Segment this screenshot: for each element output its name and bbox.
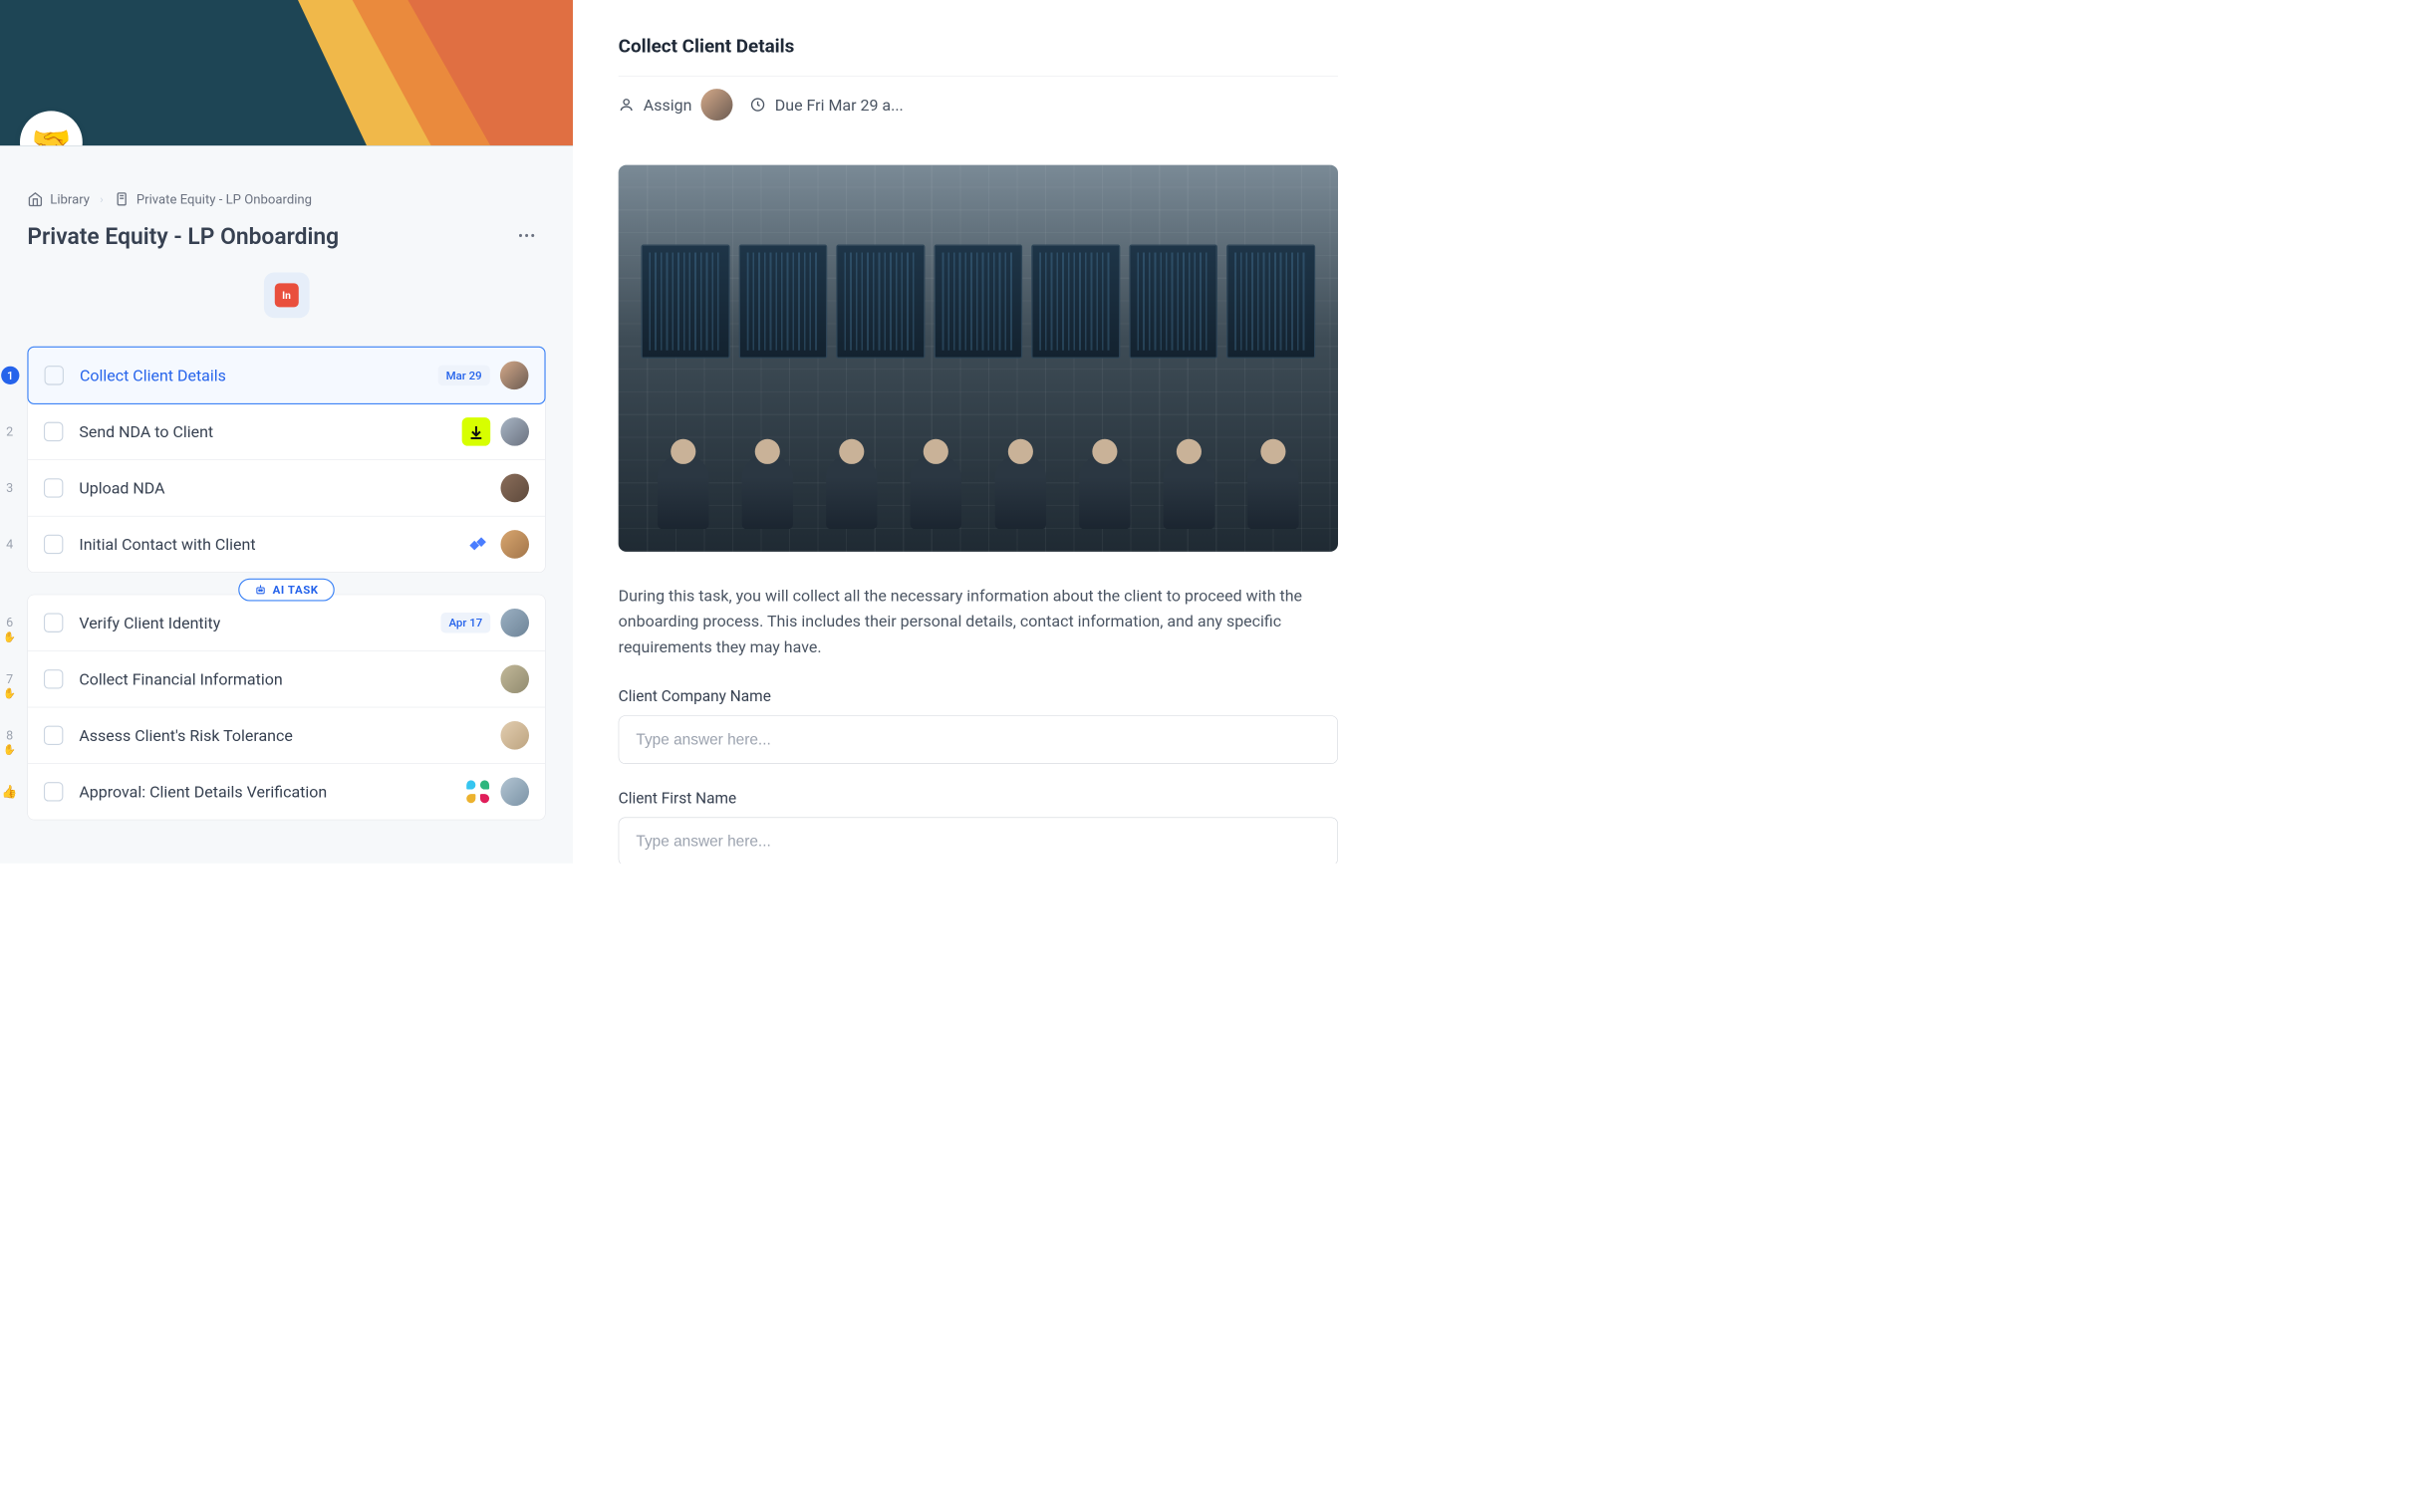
task-number: 4 bbox=[1, 535, 19, 553]
download-icon[interactable] bbox=[462, 417, 491, 446]
more-options-button[interactable]: ••• bbox=[509, 223, 546, 249]
breadcrumb-library-label: Library bbox=[50, 191, 90, 206]
hand-icon: ✋ bbox=[1, 631, 19, 643]
task-checkbox[interactable] bbox=[44, 726, 63, 745]
task-title: Collect Client Details bbox=[80, 366, 438, 384]
breadcrumb: Library › Private Equity - LP Onboarding bbox=[27, 191, 545, 207]
field-label-firstname: Client First Name bbox=[619, 789, 1338, 807]
task-list: 1 Collect Client Details Mar 29 2 Send N… bbox=[27, 347, 545, 821]
task-row-assess-risk[interactable]: 8 ✋ Assess Client's Risk Tolerance bbox=[28, 707, 545, 764]
task-number: 6 bbox=[1, 614, 19, 631]
field-label-company: Client Company Name bbox=[619, 687, 1338, 705]
breadcrumb-current[interactable]: Private Equity - LP Onboarding bbox=[114, 191, 312, 207]
task-title: Send NDA to Client bbox=[79, 422, 461, 441]
thumbs-up-icon: 👍 bbox=[1, 785, 19, 799]
slack-icon[interactable] bbox=[465, 779, 490, 804]
task-title: Approval: Client Details Verification bbox=[79, 782, 465, 801]
header-banner: 🤝 bbox=[0, 0, 573, 145]
workspace-logo[interactable]: 🤝 bbox=[20, 111, 83, 145]
task-title: Upload NDA bbox=[79, 478, 500, 497]
invision-icon: In bbox=[275, 283, 299, 307]
task-number: 8 bbox=[1, 726, 19, 744]
task-row-collect-client-details[interactable]: 1 Collect Client Details Mar 29 bbox=[27, 347, 545, 404]
breadcrumb-library[interactable]: Library bbox=[27, 191, 90, 207]
breadcrumb-current-label: Private Equity - LP Onboarding bbox=[136, 191, 312, 206]
assignee-avatar[interactable] bbox=[500, 721, 529, 750]
detail-panel: Collect Client Details Assign Due Fri Ma… bbox=[573, 0, 1384, 864]
task-title: Assess Client's Risk Tolerance bbox=[79, 726, 500, 745]
task-checkbox[interactable] bbox=[44, 669, 63, 688]
task-row-approval[interactable]: 👍 Approval: Client Details Verification bbox=[28, 764, 545, 820]
hand-icon: ✋ bbox=[1, 744, 19, 756]
detail-title: Collect Client Details bbox=[619, 35, 1338, 57]
assignee-avatar[interactable] bbox=[500, 474, 529, 503]
due-date-control[interactable]: Due Fri Mar 29 a... bbox=[750, 96, 904, 115]
assign-control[interactable]: Assign bbox=[619, 89, 733, 121]
task-checkbox[interactable] bbox=[44, 782, 63, 801]
chevron-right-icon: › bbox=[100, 192, 103, 206]
task-title: Initial Contact with Client bbox=[79, 535, 465, 554]
task-row-collect-financial[interactable]: 7 ✋ Collect Financial Information bbox=[28, 651, 545, 708]
task-row-initial-contact[interactable]: 4 Initial Contact with Client bbox=[28, 516, 545, 572]
assign-label: Assign bbox=[644, 96, 692, 115]
task-group-1: 1 Collect Client Details Mar 29 2 Send N… bbox=[27, 347, 545, 573]
assignee-avatar[interactable] bbox=[500, 530, 529, 559]
task-row-upload-nda[interactable]: 3 Upload NDA bbox=[28, 460, 545, 517]
integration-icon[interactable] bbox=[465, 532, 490, 557]
assignee-avatar[interactable] bbox=[500, 362, 529, 390]
assignee-avatar[interactable] bbox=[500, 664, 529, 693]
task-number: 1 bbox=[1, 367, 19, 384]
task-checkbox[interactable] bbox=[44, 614, 63, 632]
clock-icon bbox=[750, 97, 766, 113]
workflow-source-icon[interactable]: In bbox=[264, 273, 310, 319]
hand-icon: ✋ bbox=[1, 687, 19, 699]
task-hero-image bbox=[619, 165, 1338, 552]
task-group-2: 6 ✋ Verify Client Identity Apr 17 7 ✋ Co… bbox=[27, 595, 545, 821]
assignee-avatar[interactable] bbox=[701, 89, 733, 121]
due-date-badge[interactable]: Apr 17 bbox=[440, 613, 490, 633]
left-panel: 🤝 Library › Private Equity - LP Onboardi… bbox=[0, 0, 573, 864]
assignee-avatar[interactable] bbox=[500, 609, 529, 637]
task-row-verify-identity[interactable]: 6 ✋ Verify Client Identity Apr 17 bbox=[28, 595, 545, 651]
due-date-label: Due Fri Mar 29 a... bbox=[775, 96, 904, 115]
task-number: 7 bbox=[1, 670, 19, 688]
task-checkbox[interactable] bbox=[45, 366, 64, 384]
document-icon bbox=[114, 191, 130, 207]
first-name-input[interactable] bbox=[619, 818, 1338, 864]
task-description: During this task, you will collect all t… bbox=[619, 584, 1338, 660]
due-date-badge[interactable]: Mar 29 bbox=[438, 366, 490, 386]
assignee-avatar[interactable] bbox=[500, 417, 529, 446]
person-icon bbox=[619, 97, 635, 113]
task-number: 3 bbox=[1, 479, 19, 497]
company-name-input[interactable] bbox=[619, 716, 1338, 765]
task-title: Collect Financial Information bbox=[79, 669, 500, 688]
task-number: 2 bbox=[1, 422, 19, 440]
assignee-avatar[interactable] bbox=[500, 778, 529, 807]
home-icon bbox=[27, 191, 43, 207]
task-checkbox[interactable] bbox=[44, 535, 63, 554]
task-checkbox[interactable] bbox=[44, 478, 63, 497]
detail-meta-row: Assign Due Fri Mar 29 a... bbox=[619, 76, 1338, 133]
task-row-send-nda[interactable]: 2 Send NDA to Client bbox=[28, 403, 545, 460]
page-title: Private Equity - LP Onboarding bbox=[27, 223, 339, 250]
task-checkbox[interactable] bbox=[44, 422, 63, 441]
task-title: Verify Client Identity bbox=[79, 614, 440, 632]
